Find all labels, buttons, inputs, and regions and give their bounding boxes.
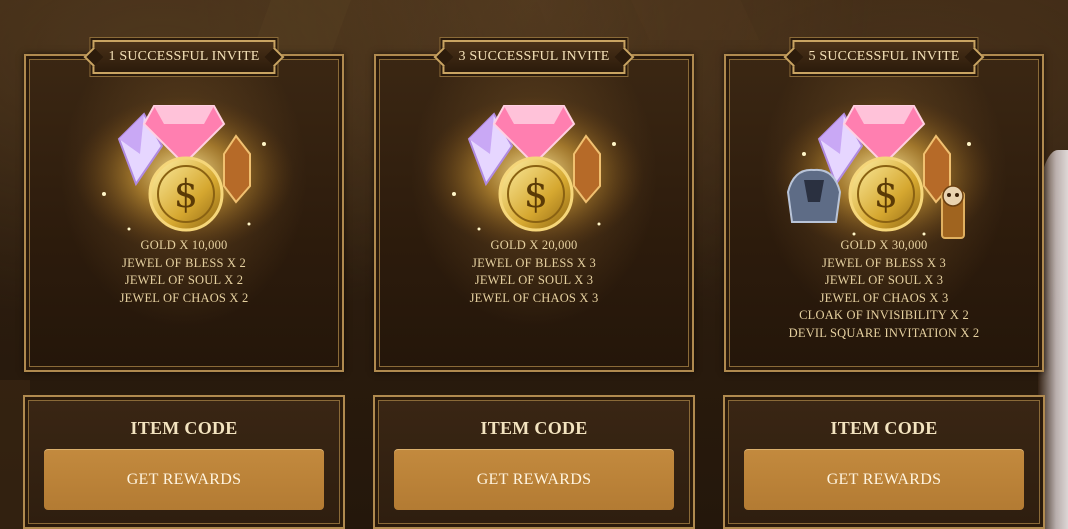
invite-tier-banner: 3 SUCCESSFUL INVITE <box>442 40 626 74</box>
get-rewards-button[interactable]: GET REWARDS <box>394 449 674 510</box>
reward-devil-square-invitation: DEVIL SQUARE INVITATION X 2 <box>788 325 980 340</box>
item-code-label: ITEM CODE <box>130 418 238 438</box>
item-code-panel-5: ITEM CODE GET REWARDS <box>723 395 1045 529</box>
reward-card-5: 5 SUCCESSFUL INVITE $ GOLD X 30,000 JEWE… <box>724 40 1044 372</box>
background-rubble <box>630 0 760 40</box>
reward-gold: GOLD X 10,000 <box>140 238 228 252</box>
item-code-label: ITEM CODE <box>480 418 588 438</box>
reward-gold: GOLD X 30,000 <box>840 238 928 252</box>
item-code-label: ITEM CODE <box>830 418 938 438</box>
reward-jewel-of-chaos: JEWEL OF CHAOS X 3 <box>819 290 949 305</box>
item-code-panel-3: ITEM CODE GET REWARDS <box>373 395 695 529</box>
reward-items-art: $ <box>774 96 994 252</box>
reward-list: GOLD X 10,000 JEWEL OF BLESS X 2 JEWEL O… <box>26 237 342 307</box>
invite-tier-banner: 5 SUCCESSFUL INVITE <box>792 40 976 74</box>
reward-jewel-of-chaos: JEWEL OF CHAOS X 3 <box>469 290 599 305</box>
reward-jewel-of-soul: JEWEL OF SOUL X 3 <box>474 273 594 287</box>
get-rewards-button[interactable]: GET REWARDS <box>744 449 1024 510</box>
reward-jewel-of-soul: JEWEL OF SOUL X 3 <box>824 273 944 287</box>
item-code-panel-1: ITEM CODE GET REWARDS <box>23 395 345 529</box>
reward-gold: GOLD X 20,000 <box>490 238 578 252</box>
reward-jewel-of-bless: JEWEL OF BLESS X 2 <box>122 255 246 270</box>
skull-invitation-icon <box>941 185 965 239</box>
reward-jewel-of-chaos: JEWEL OF CHAOS X 2 <box>119 290 249 305</box>
gold-coin-icon: $ <box>148 156 224 232</box>
reward-jewel-of-bless: JEWEL OF BLESS X 3 <box>472 255 596 270</box>
gold-coin-icon: $ <box>498 156 574 232</box>
svg-text:$: $ <box>174 172 198 216</box>
reward-jewel-of-bless: JEWEL OF BLESS X 3 <box>822 255 946 270</box>
reward-jewel-of-soul: JEWEL OF SOUL X 2 <box>124 273 244 287</box>
get-rewards-button[interactable]: GET REWARDS <box>44 449 324 510</box>
reward-items-art: $ <box>74 96 294 252</box>
reward-card-3: 3 SUCCESSFUL INVITE $ GOLD X 20,000 JEWE… <box>374 40 694 372</box>
invite-tier-banner: 1 SUCCESSFUL INVITE <box>92 40 276 74</box>
reward-items-art: $ <box>424 96 644 252</box>
svg-text:$: $ <box>874 172 898 216</box>
cloak-icon <box>786 168 842 223</box>
reward-cloak-of-invisibility: CLOAK OF INVISIBILITY X 2 <box>799 308 969 322</box>
gold-coin-icon: $ <box>848 156 924 232</box>
reward-list: GOLD X 20,000 JEWEL OF BLESS X 3 JEWEL O… <box>376 237 692 307</box>
reward-card-1: 1 SUCCESSFUL INVITE $ GOLD X 10,000 JEWE… <box>24 40 344 372</box>
svg-text:$: $ <box>524 172 548 216</box>
reward-list: GOLD X 30,000 JEWEL OF BLESS X 3 JEWEL O… <box>726 237 1042 342</box>
